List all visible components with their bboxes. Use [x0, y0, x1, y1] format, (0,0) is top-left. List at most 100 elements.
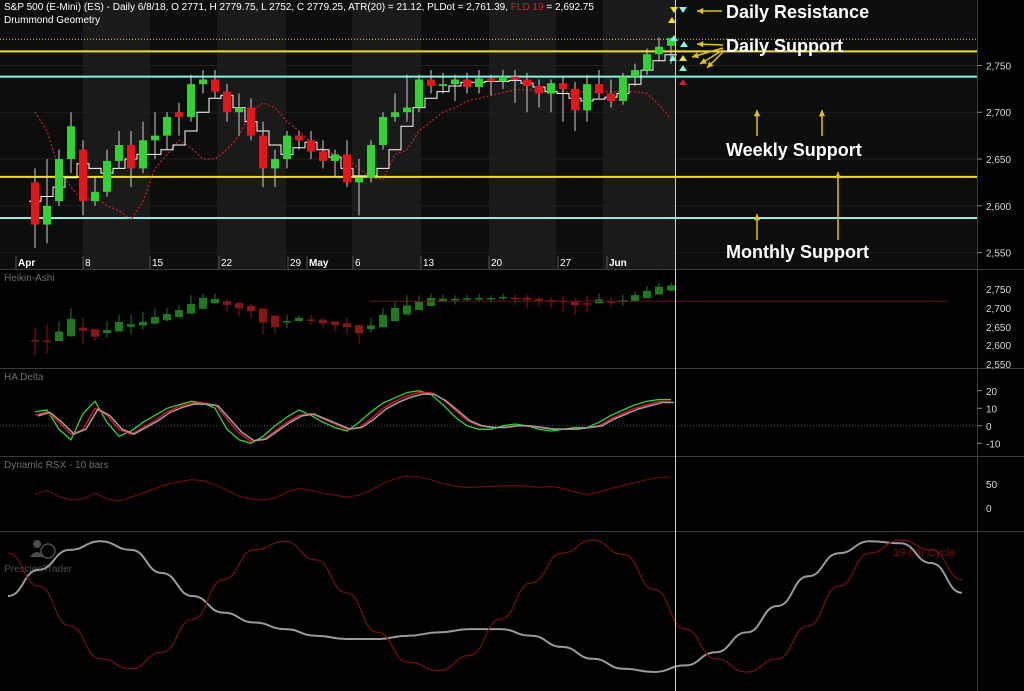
candle-body [571, 88, 579, 111]
candle-body [367, 145, 375, 178]
ha-body [451, 298, 459, 301]
candle-body [655, 46, 663, 55]
ha-delta-panel-bg [0, 370, 977, 456]
ha-body [403, 305, 411, 315]
week-band [603, 0, 675, 269]
ha-body [223, 301, 231, 305]
candle-body [415, 79, 423, 108]
candle-body [391, 112, 399, 117]
candle-body [151, 135, 159, 141]
candle-body [139, 140, 147, 169]
delta-axis-label: 10 [986, 404, 998, 415]
x-tick-label: 15 [152, 258, 164, 269]
candle-body [259, 135, 267, 169]
ha-body [283, 320, 291, 323]
candle-body [379, 116, 387, 145]
ha-axis-label: 2,700 [986, 304, 1011, 315]
x-tick-label: 29 [290, 258, 302, 269]
candle-body [43, 205, 51, 225]
ha-body [115, 321, 123, 332]
delta-axis-label: -10 [986, 439, 1001, 450]
ha-body [391, 307, 399, 322]
candle-body [295, 135, 303, 141]
ha-body [511, 297, 519, 300]
ha-body [487, 298, 495, 300]
ha-body [307, 319, 315, 321]
candle-body [643, 54, 651, 71]
candle-body [283, 135, 291, 160]
candle-body [511, 76, 519, 80]
candle-body [307, 140, 315, 152]
ha-body [523, 297, 531, 300]
candle-body [463, 79, 471, 87]
rsx-axis-label: 0 [986, 504, 992, 515]
chart-header-line2: Drummond Geometry [4, 15, 100, 26]
ha-body [295, 317, 303, 322]
candle-body [211, 79, 219, 92]
annotation-label: Daily Resistance [726, 2, 869, 22]
candle-body [427, 79, 435, 87]
ha-body [67, 318, 75, 337]
chart-canvas: S&P 500 (E-Mini) (ES) - Daily 6/8/18, O … [0, 0, 1024, 691]
x-tick-label: 20 [491, 258, 503, 269]
candle-body [79, 149, 87, 202]
candle-body [127, 145, 135, 169]
ha-body [103, 330, 111, 333]
x-tick-label: 22 [221, 258, 233, 269]
candle-body [595, 84, 603, 94]
candle-body [187, 84, 195, 117]
x-tick-label: 27 [560, 258, 572, 269]
candle-body [247, 107, 255, 136]
annotation-label: Daily Support [726, 36, 843, 56]
header-prefix: S&P 500 (E-Mini) (ES) - Daily 6/8/18, O … [4, 2, 508, 13]
ha-axis-label: 2,650 [986, 323, 1011, 334]
ha-axis-label: 2,750 [986, 285, 1011, 296]
ha-body [55, 331, 63, 342]
candle-body [223, 91, 231, 113]
candle-body [343, 154, 351, 183]
ha-body [43, 340, 51, 342]
ha-body [355, 325, 363, 334]
ha-body [271, 315, 279, 328]
heikin-ashi-title: Heikin-Ashi [4, 273, 55, 284]
heikin-ashi-panel-bg [0, 271, 977, 368]
ha-body [175, 310, 183, 318]
ha-body [151, 316, 159, 324]
ha-body [427, 297, 435, 306]
annotation-label: Monthly Support [726, 242, 869, 262]
annotation-label: Weekly Support [726, 140, 862, 160]
rsx-title: Dynamic RSX - 10 bars [4, 460, 108, 471]
candle-body [271, 159, 279, 169]
ha-body [31, 340, 39, 342]
delta-axis-label: 0 [986, 422, 992, 433]
ha-axis-label: 2,550 [986, 360, 1011, 371]
x-tick-label: May [309, 258, 329, 269]
candle-body [235, 107, 243, 113]
ha-body [379, 314, 387, 328]
x-tick-label: 6 [355, 258, 361, 269]
candle-body [403, 107, 411, 113]
week-band [489, 0, 556, 269]
candle-body [103, 160, 111, 192]
candle-body [163, 116, 171, 136]
candle-body [487, 78, 495, 82]
chart-header-line1: S&P 500 (E-Mini) (ES) - Daily 6/8/18, O … [4, 2, 594, 13]
ha-body [187, 303, 195, 314]
x-tick-label: 8 [85, 258, 91, 269]
ha-body [415, 301, 423, 311]
ha-body [235, 303, 243, 309]
ha-body [163, 314, 171, 321]
candle-body [31, 182, 39, 225]
price-axis-label: 2,750 [986, 61, 1011, 72]
ha-body [343, 323, 351, 328]
header-fld-label: FLD 19 [511, 2, 544, 13]
ha-body [571, 301, 579, 306]
candle-body [451, 79, 459, 85]
candle-body [607, 93, 615, 102]
ha-body [583, 303, 591, 305]
ha-body [319, 319, 327, 324]
ha-body [463, 298, 471, 300]
ha-body [643, 290, 651, 299]
candle-body [559, 83, 567, 89]
ha-body [247, 305, 255, 312]
